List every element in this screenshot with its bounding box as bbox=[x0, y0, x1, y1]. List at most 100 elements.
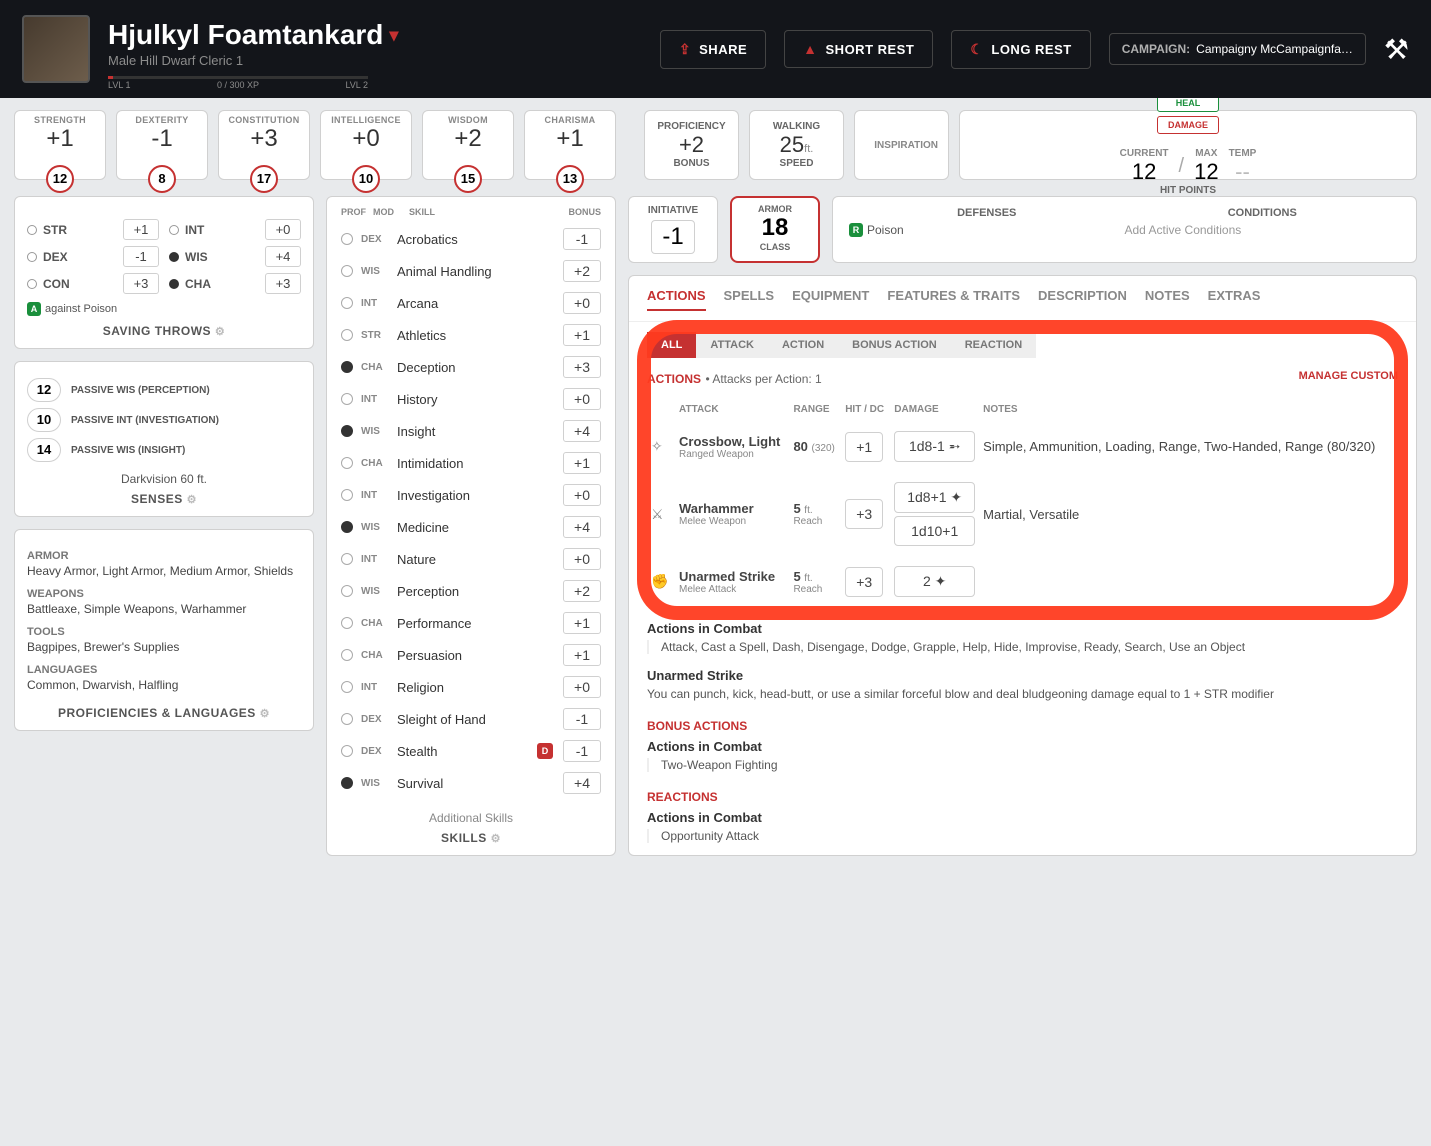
skill-deception[interactable]: CHA Deception +3 bbox=[341, 351, 601, 383]
damage-pill[interactable]: 1d8+1 ✦ bbox=[894, 482, 975, 513]
skill-sleight-of-hand[interactable]: DEX Sleight of Hand -1 bbox=[341, 703, 601, 735]
manage-custom-link[interactable]: MANAGE CUSTOM bbox=[1299, 370, 1398, 382]
weapon-icon: ✊ bbox=[651, 573, 671, 590]
save-dex[interactable]: DEX-1 bbox=[27, 246, 159, 267]
ability-dexterity[interactable]: DEXTERITY-18 bbox=[116, 110, 208, 180]
sense-row[interactable]: 10PASSIVE INT (INVESTIGATION) bbox=[27, 408, 301, 432]
xp-bar[interactable]: LVL 1 0 / 300 XP LVL 2 bbox=[108, 76, 368, 79]
skill-survival[interactable]: WIS Survival +4 bbox=[341, 767, 601, 799]
skill-intimidation[interactable]: CHA Intimidation +1 bbox=[341, 447, 601, 479]
campfire-icon: ▲ bbox=[803, 41, 817, 57]
sense-row[interactable]: 12PASSIVE WIS (PERCEPTION) bbox=[27, 378, 301, 402]
attack-row[interactable]: ✊ Unarmed StrikeMelee Attack 5 ft.Reach … bbox=[647, 556, 1398, 607]
proficiencies-card: ARMORHeavy Armor, Light Armor, Medium Ar… bbox=[14, 529, 314, 731]
subtab-all[interactable]: ALL bbox=[647, 332, 696, 358]
subtab-action[interactable]: ACTION bbox=[768, 332, 838, 358]
header-bar: Hjulkyl Foamtankard▾ Male Hill Dwarf Cle… bbox=[0, 0, 1431, 98]
character-avatar[interactable] bbox=[22, 15, 90, 83]
save-str[interactable]: STR+1 bbox=[27, 219, 159, 240]
moon-icon: ☾ bbox=[970, 41, 983, 58]
skill-animal-handling[interactable]: WIS Animal Handling +2 bbox=[341, 255, 601, 287]
subtab-bonus-action[interactable]: BONUS ACTION bbox=[838, 332, 951, 358]
skill-stealth[interactable]: DEX Stealth D -1 bbox=[341, 735, 601, 767]
save-int[interactable]: INT+0 bbox=[169, 219, 301, 240]
left-column: STR+1 INT+0 DEX-1 WIS+4 CON+3 CHA+3 Aaga… bbox=[14, 196, 314, 868]
saving-throws-card: STR+1 INT+0 DEX-1 WIS+4 CON+3 CHA+3 Aaga… bbox=[14, 196, 314, 349]
hit-pill[interactable]: +3 bbox=[845, 499, 883, 529]
bonus-actions-label: BONUS ACTIONS bbox=[647, 719, 1398, 733]
main-tabs: ACTIONS SPELLS EQUIPMENT FEATURES & TRAITS D… bbox=[629, 276, 1416, 322]
additional-skills[interactable]: Additional Skills bbox=[341, 811, 601, 825]
subtab-reaction[interactable]: REACTION bbox=[951, 332, 1036, 358]
skill-investigation[interactable]: INT Investigation +0 bbox=[341, 479, 601, 511]
damage-pill[interactable]: 2 ✦ bbox=[894, 566, 975, 597]
save-advantage: Aagainst Poison bbox=[27, 302, 301, 316]
defenses-conditions-box: DEFENSES RPoison CONDITIONS Add Active C… bbox=[832, 196, 1417, 263]
tab-features-traits[interactable]: FEATURES & TRAITS bbox=[887, 288, 1020, 311]
ability-constitution[interactable]: CONSTITUTION+317 bbox=[218, 110, 310, 180]
share-button[interactable]: ⇪SHARE bbox=[660, 30, 766, 69]
proficiency-box[interactable]: PROFICIENCY +2 BONUS bbox=[644, 110, 739, 180]
hit-pill[interactable]: +1 bbox=[845, 432, 883, 462]
gear-icon[interactable]: ⚙ bbox=[491, 833, 501, 845]
reactions-label: REACTIONS bbox=[647, 790, 1398, 804]
subtab-attack[interactable]: ATTACK bbox=[696, 332, 768, 358]
skill-performance[interactable]: CHA Performance +1 bbox=[341, 607, 601, 639]
action-subtabs: ALLATTACKACTIONBONUS ACTIONREACTION bbox=[629, 332, 1416, 358]
gear-icon[interactable]: ⚙ bbox=[260, 708, 270, 720]
weapon-icon: ⚔ bbox=[651, 506, 671, 523]
tab-extras[interactable]: EXTRAS bbox=[1208, 288, 1261, 311]
skill-arcana[interactable]: INT Arcana +0 bbox=[341, 287, 601, 319]
skill-history[interactable]: INT History +0 bbox=[341, 383, 601, 415]
tab-equipment[interactable]: EQUIPMENT bbox=[792, 288, 869, 311]
skill-persuasion[interactable]: CHA Persuasion +1 bbox=[341, 639, 601, 671]
character-name[interactable]: Hjulkyl Foamtankard bbox=[108, 19, 383, 51]
main-panel: ACTIONS SPELLS EQUIPMENT FEATURES & TRAITS D… bbox=[628, 275, 1417, 856]
conditions[interactable]: CONDITIONS Add Active Conditions bbox=[1125, 207, 1401, 252]
skill-religion[interactable]: INT Religion +0 bbox=[341, 671, 601, 703]
attack-row[interactable]: ✧ Crossbow, LightRanged Weapon 80 (320) … bbox=[647, 421, 1398, 472]
gear-icon[interactable]: ⚙ bbox=[215, 326, 225, 338]
skill-perception[interactable]: WIS Perception +2 bbox=[341, 575, 601, 607]
sense-row[interactable]: 14PASSIVE WIS (INSIGHT) bbox=[27, 438, 301, 462]
ability-wisdom[interactable]: WISDOM+215 bbox=[422, 110, 514, 180]
ability-charisma[interactable]: CHARISMA+113 bbox=[524, 110, 616, 180]
damage-button[interactable]: DAMAGE bbox=[1157, 116, 1219, 134]
share-icon: ⇪ bbox=[679, 41, 691, 58]
campaign-selector[interactable]: CAMPAIGN:Campaigny McCampaignfa… bbox=[1109, 33, 1366, 65]
tab-spells[interactable]: SPELLS bbox=[724, 288, 775, 311]
damage-pill[interactable]: 1d10+1 bbox=[894, 516, 975, 546]
hit-pill[interactable]: +3 bbox=[845, 567, 883, 597]
inspiration-box[interactable]: INSPIRATION bbox=[854, 110, 949, 180]
senses-card: 12PASSIVE WIS (PERCEPTION) 10PASSIVE INT… bbox=[14, 361, 314, 517]
skill-athletics[interactable]: STR Athletics +1 bbox=[341, 319, 601, 351]
anvil-icon[interactable]: ⚒ bbox=[1384, 33, 1409, 66]
gear-icon[interactable]: ⚙ bbox=[187, 494, 197, 506]
save-con[interactable]: CON+3 bbox=[27, 273, 159, 294]
save-cha[interactable]: CHA+3 bbox=[169, 273, 301, 294]
chevron-down-icon[interactable]: ▾ bbox=[389, 25, 398, 46]
long-rest-button[interactable]: ☾LONG REST bbox=[951, 30, 1090, 69]
ability-strength[interactable]: STRENGTH+112 bbox=[14, 110, 106, 180]
resistance-icon: R bbox=[849, 223, 863, 237]
damage-pill[interactable]: 1d8-1 ➵ bbox=[894, 431, 975, 462]
tab-notes[interactable]: NOTES bbox=[1145, 288, 1190, 311]
speed-box[interactable]: WALKING 25ft. SPEED bbox=[749, 110, 844, 180]
skills-card: PROFMODSKILLBONUS DEX Acrobatics -1 WIS … bbox=[326, 196, 616, 856]
tab-description[interactable]: DESCRIPTION bbox=[1038, 288, 1127, 311]
hit-points-box[interactable]: HEAL DAMAGE CURRENT12 / MAX12 TEMP-- HIT… bbox=[959, 110, 1417, 180]
short-rest-button[interactable]: ▲SHORT REST bbox=[784, 30, 933, 68]
ability-intelligence[interactable]: INTELLIGENCE+010 bbox=[320, 110, 412, 180]
attack-row[interactable]: ⚔ WarhammerMelee Weapon 5 ft.Reach +3 1d… bbox=[647, 472, 1398, 556]
tab-actions[interactable]: ACTIONS bbox=[647, 288, 706, 311]
skill-medicine[interactable]: WIS Medicine +4 bbox=[341, 511, 601, 543]
skill-acrobatics[interactable]: DEX Acrobatics -1 bbox=[341, 223, 601, 255]
armor-class-box[interactable]: ARMOR18CLASS bbox=[730, 196, 820, 263]
save-wis[interactable]: WIS+4 bbox=[169, 246, 301, 267]
defenses[interactable]: DEFENSES RPoison bbox=[849, 207, 1125, 252]
skill-nature[interactable]: INT Nature +0 bbox=[341, 543, 601, 575]
initiative-box[interactable]: INITIATIVE -1 bbox=[628, 196, 718, 263]
skill-insight[interactable]: WIS Insight +4 bbox=[341, 415, 601, 447]
ability-scores: STRENGTH+112 DEXTERITY-18 CONSTITUTION+3… bbox=[14, 110, 616, 180]
disadvantage-icon: D bbox=[537, 743, 553, 759]
